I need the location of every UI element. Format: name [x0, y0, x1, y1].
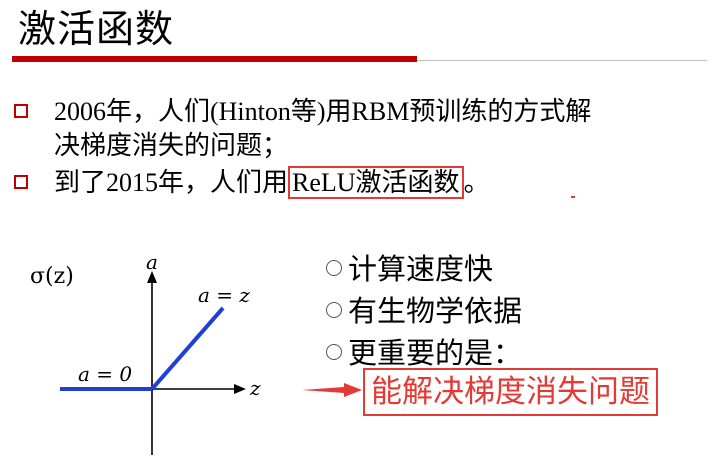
- circle-bullet-icon: [326, 260, 342, 276]
- reason-item: 有生物学依据: [326, 288, 522, 330]
- right-formula-label: a = z: [198, 283, 250, 307]
- bullet-2-text: 到了2015年，人们用 ReLU激活函数。: [54, 166, 490, 200]
- relu-graph: σ(z) a z a = 0 a = z: [30, 250, 261, 455]
- x-axis-arrowhead: [234, 384, 246, 394]
- slide-title: 激活函数: [18, 7, 175, 51]
- relu-linear-segment: [150, 306, 225, 391]
- circle-bullet-icon: [326, 302, 342, 318]
- square-bullet-icon: [14, 175, 28, 189]
- bullet-1-line-1: 2006年，人们(Hinton等)用RBM预训练的方式解: [54, 97, 592, 126]
- relu-highlight-box: ReLU激活函数: [288, 166, 464, 199]
- bullet-2-prefix: 到了2015年，人们用: [54, 168, 289, 197]
- bullet-1-line-2: 决梯度消失的问题；: [54, 131, 289, 160]
- reason-text: 有生物学依据: [348, 294, 523, 328]
- left-formula-label: a = 0: [78, 362, 132, 386]
- y-axis-label: a: [146, 250, 158, 274]
- reason-text: 计算速度快: [348, 252, 494, 286]
- title-underline: [12, 56, 417, 62]
- x-axis-label: z: [249, 376, 261, 400]
- reason-item: 更重要的是：: [326, 330, 522, 372]
- reason-text: 更重要的是：: [348, 336, 523, 370]
- circle-bullet-icon: [326, 344, 342, 360]
- reason-item: 计算速度快: [326, 246, 493, 288]
- answer-highlight-box: 能解决梯度消失问题: [363, 368, 658, 416]
- title-underline-extension: [417, 60, 707, 61]
- bullet-2-suffix: 。: [463, 168, 490, 197]
- square-bullet-icon: [14, 104, 28, 118]
- red-arrow-icon: [302, 383, 362, 397]
- red-mark: [571, 196, 575, 198]
- sigma-label: σ(z): [30, 264, 74, 289]
